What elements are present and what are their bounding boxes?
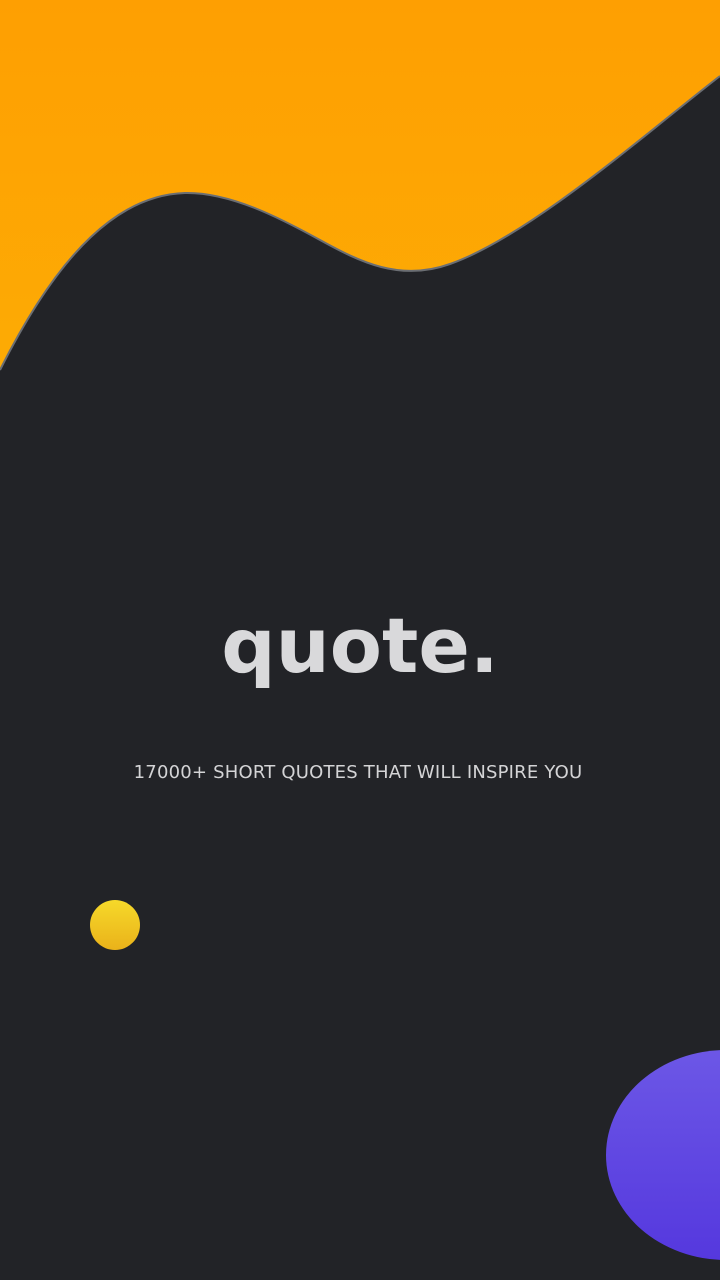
- splash-screen: quote. 17000+ SHORT QUOTES THAT WILL INS…: [0, 0, 720, 1280]
- orange-wave-shape: [0, 0, 720, 371]
- app-title: quote.: [221, 601, 499, 690]
- purple-blob-decoration: [606, 1050, 720, 1260]
- yellow-dot-decoration: [90, 900, 140, 950]
- app-tagline: 17000+ SHORT QUOTES THAT WILL INSPIRE YO…: [133, 762, 583, 783]
